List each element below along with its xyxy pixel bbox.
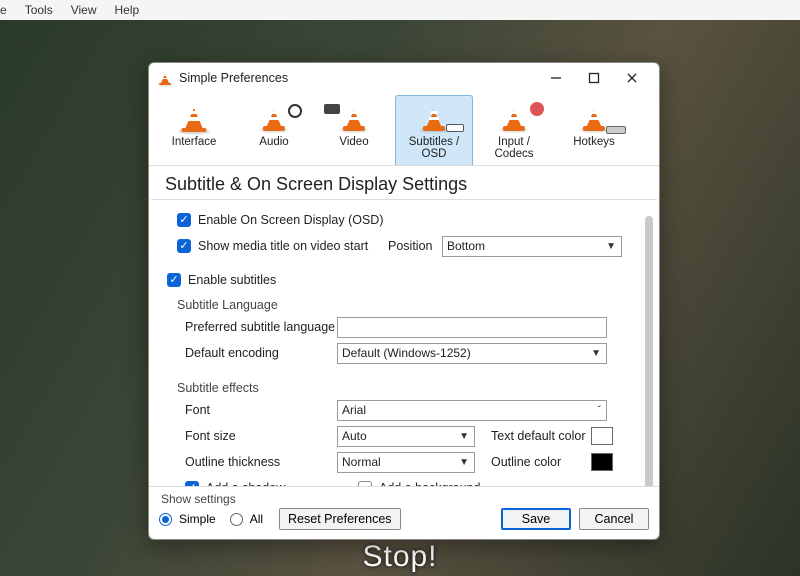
outline-thickness-select[interactable]: Normal ▼ [337, 452, 475, 473]
video-viewport: Stop! Simple Preferences Interface [0, 20, 800, 576]
subtitle-overlay-text: Stop! [362, 540, 437, 574]
add-shadow-checkbox[interactable] [185, 481, 199, 486]
dialog-title: Simple Preferences [179, 71, 537, 85]
show-settings-all-label: All [250, 512, 263, 526]
enable-subtitles-label: Enable subtitles [188, 273, 276, 287]
tab-hotkeys[interactable]: Hotkeys [555, 95, 633, 165]
enable-osd-label: Enable On Screen Display (OSD) [198, 213, 384, 227]
tab-label: Subtitles / OSD [398, 136, 470, 160]
preferences-dialog: Simple Preferences Interface Audio [148, 62, 660, 540]
outline-color-label: Outline color [491, 455, 591, 469]
tab-label: Audio [238, 136, 310, 148]
outline-thickness-label: Outline thickness [185, 455, 337, 469]
outline-thickness-value: Normal [342, 455, 381, 469]
headphones-icon [288, 104, 302, 118]
preferences-tabs: Interface Audio Video [149, 93, 659, 166]
show-settings-label: Show settings [161, 492, 401, 506]
keyboard-icon [606, 126, 626, 134]
film-icon [324, 104, 340, 114]
default-encoding-label: Default encoding [185, 346, 337, 360]
vlc-cone-icon [259, 103, 289, 133]
default-encoding-select[interactable]: Default (Windows-1252) ▼ [337, 343, 607, 364]
app-menubar: e Tools View Help [0, 0, 800, 20]
preferences-body: Enable On Screen Display (OSD) Show medi… [149, 200, 659, 486]
show-media-title-checkbox[interactable] [177, 239, 191, 253]
font-size-value: Auto [342, 429, 367, 443]
tab-input-codecs[interactable]: Input / Codecs [475, 95, 553, 165]
vlc-cone-icon [177, 101, 211, 135]
subtitle-box-icon [446, 124, 464, 132]
text-default-color-picker[interactable] [591, 427, 613, 445]
enable-subtitles-checkbox[interactable] [167, 273, 181, 287]
tab-label: Video [318, 136, 390, 148]
vlc-cone-icon [499, 103, 529, 133]
osd-position-value: Bottom [447, 239, 485, 253]
vlc-cone-icon [579, 103, 609, 133]
disc-icon [530, 102, 544, 116]
show-settings-group: Show settings Simple All Reset Preferenc… [159, 492, 401, 530]
add-background-label: Add a background [379, 481, 480, 486]
default-encoding-value: Default (Windows-1252) [342, 346, 471, 360]
window-close-button[interactable] [613, 64, 651, 92]
osd-position-label: Position [388, 239, 442, 253]
enable-osd-checkbox[interactable] [177, 213, 191, 227]
dialog-titlebar: Simple Preferences [149, 63, 659, 93]
osd-position-select[interactable]: Bottom ▼ [442, 236, 622, 257]
show-settings-simple-radio[interactable] [159, 513, 172, 526]
show-settings-all-radio[interactable] [230, 513, 243, 526]
vlc-cone-icon [157, 70, 173, 86]
show-settings-simple-label: Simple [179, 512, 216, 526]
subtitle-language-group-label: Subtitle Language [177, 298, 637, 312]
tab-label: Interface [158, 136, 230, 148]
cancel-button[interactable]: Cancel [579, 508, 649, 530]
dialog-footer: Show settings Simple All Reset Preferenc… [149, 486, 659, 539]
reset-preferences-button[interactable]: Reset Preferences [279, 508, 401, 530]
tab-audio[interactable]: Audio [235, 95, 313, 165]
vlc-cone-icon [339, 103, 369, 133]
menu-item-view[interactable]: View [71, 3, 97, 17]
preferred-language-input[interactable] [337, 317, 607, 338]
chevron-down-icon: ▼ [603, 241, 619, 252]
tab-interface[interactable]: Interface [155, 95, 233, 165]
tab-label: Hotkeys [558, 136, 630, 148]
font-label: Font [185, 403, 337, 417]
text-default-color-label: Text default color [491, 429, 591, 443]
vertical-scrollbar[interactable] [645, 216, 653, 486]
menu-item-help[interactable]: Help [115, 3, 140, 17]
chevron-down-icon: ▼ [588, 348, 604, 359]
add-background-checkbox[interactable] [358, 481, 372, 486]
font-size-label: Font size [185, 429, 337, 443]
tab-label: Input / Codecs [478, 136, 550, 160]
preferred-language-label: Preferred subtitle language [185, 320, 337, 334]
window-maximize-button[interactable] [575, 64, 613, 92]
font-select[interactable]: Arial ˇ [337, 400, 607, 421]
font-value: Arial [342, 403, 366, 417]
page-heading: Subtitle & On Screen Display Settings [151, 166, 657, 200]
save-button[interactable]: Save [501, 508, 571, 530]
chevron-down-icon: ▼ [456, 457, 472, 468]
tab-subtitles-osd[interactable]: Subtitles / OSD [395, 95, 473, 165]
subtitle-effects-group-label: Subtitle effects [177, 381, 637, 395]
show-media-title-label: Show media title on video start [198, 239, 388, 253]
outline-color-picker[interactable] [591, 453, 613, 471]
chevron-down-icon: ▼ [456, 431, 472, 442]
add-shadow-label: Add a shadow [206, 481, 336, 486]
menu-item[interactable]: e [0, 3, 7, 17]
vlc-cone-icon [419, 103, 449, 133]
menu-item-tools[interactable]: Tools [25, 3, 53, 17]
tab-video[interactable]: Video [315, 95, 393, 165]
window-minimize-button[interactable] [537, 64, 575, 92]
font-size-select[interactable]: Auto ▼ [337, 426, 475, 447]
chevron-down-icon: ˇ [595, 405, 604, 416]
